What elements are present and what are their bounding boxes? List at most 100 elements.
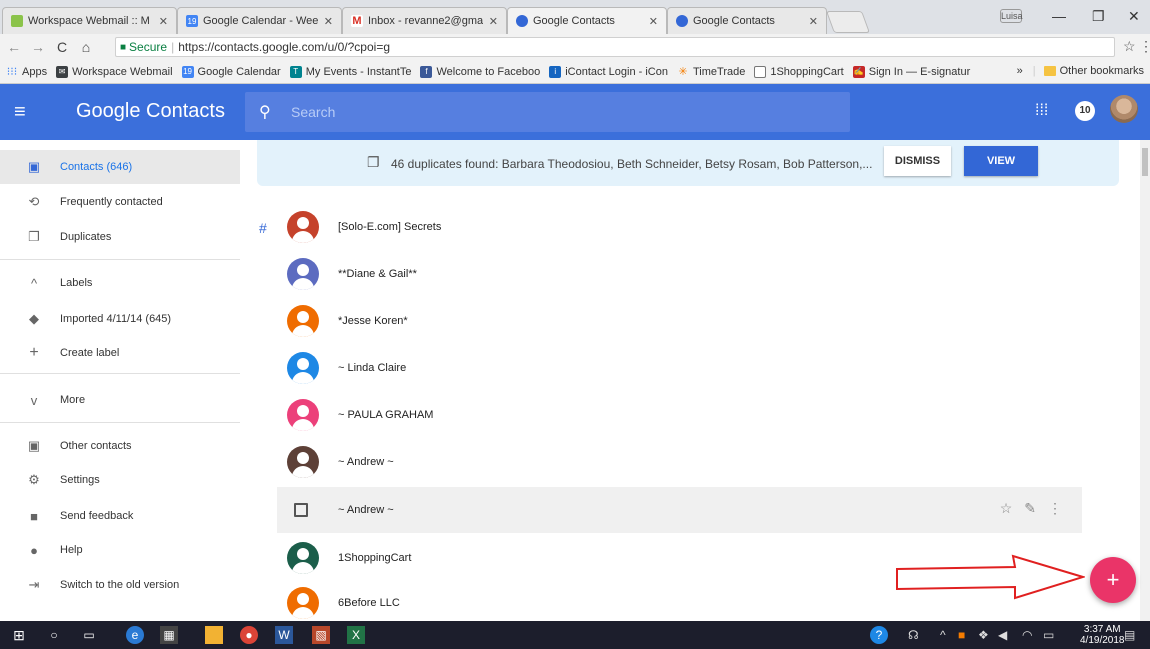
- wifi-icon[interactable]: ◠: [1022, 628, 1032, 642]
- sidebar-item-send-feedback[interactable]: ■ Send feedback: [0, 499, 240, 533]
- bookmark-item[interactable]: i iContact Login - iCon: [549, 65, 668, 78]
- webmail-favicon-icon: [11, 15, 23, 27]
- action-center-icon[interactable]: ▤: [1124, 628, 1135, 642]
- search-placeholder: Search: [291, 104, 336, 120]
- bookmark-item[interactable]: 1ShoppingCart: [754, 65, 844, 78]
- dropbox-icon[interactable]: ❖: [978, 628, 989, 642]
- windows-start-icon[interactable]: ⊞: [10, 626, 28, 644]
- edge-browser-icon[interactable]: e: [126, 626, 144, 644]
- new-tab-button[interactable]: [825, 11, 871, 33]
- browser-tab-active[interactable]: Google Contacts ✕: [507, 7, 667, 34]
- file-explorer-icon[interactable]: [205, 626, 223, 644]
- contact-row[interactable]: ~ Andrew ~: [277, 439, 1082, 485]
- dismiss-button[interactable]: DISMISS: [884, 146, 951, 176]
- contact-name: ~ Linda Claire: [338, 362, 407, 374]
- calculator-icon[interactable]: ▦: [160, 626, 178, 644]
- contact-name: ~ Andrew ~: [338, 456, 394, 468]
- close-tab-icon[interactable]: ✕: [649, 15, 658, 28]
- help-tray-icon[interactable]: ?: [870, 626, 888, 644]
- account-avatar[interactable]: [1110, 95, 1138, 123]
- home-icon[interactable]: ⌂: [76, 39, 96, 55]
- bookmark-item[interactable]: 19 Google Calendar: [181, 65, 281, 78]
- contact-row[interactable]: ~ Linda Claire: [277, 345, 1082, 391]
- create-contact-button[interactable]: +: [1090, 557, 1136, 603]
- contacts-favicon-icon: [676, 15, 688, 27]
- bookmark-item[interactable]: T My Events - InstantTe: [289, 65, 412, 78]
- people-icon[interactable]: ☊: [908, 628, 919, 642]
- bookmark-star-icon[interactable]: ☆: [1123, 38, 1136, 55]
- contact-row[interactable]: **Diane & Gail**: [277, 251, 1082, 297]
- sidebar-item-contacts[interactable]: ▣ Contacts (646): [0, 150, 240, 184]
- bookmark-item[interactable]: ✉ Workspace Webmail: [56, 65, 173, 78]
- sidebar-item-labels[interactable]: ^ Labels: [0, 266, 240, 300]
- sidebar-item-more[interactable]: v More: [0, 383, 240, 417]
- browser-tab[interactable]: 19 Google Calendar - Week ✕: [177, 7, 342, 34]
- sidebar-item-other-contacts[interactable]: ▣ Other contacts: [0, 429, 240, 463]
- close-tab-icon[interactable]: ✕: [324, 15, 333, 28]
- contact-name: **Diane & Gail**: [338, 268, 417, 280]
- browser-profile-chip[interactable]: Luisa: [1000, 9, 1023, 23]
- pdf-app-icon[interactable]: ▧: [312, 626, 330, 644]
- reload-icon[interactable]: C: [52, 39, 72, 55]
- close-tab-icon[interactable]: ✕: [159, 15, 168, 28]
- word-icon[interactable]: W: [275, 626, 293, 644]
- sidebar-item-create-label[interactable]: + Create label: [0, 336, 240, 370]
- notifications-badge[interactable]: 10: [1075, 101, 1095, 121]
- bookmark-item[interactable]: ✳ TimeTrade: [677, 66, 745, 79]
- taskbar-clock[interactable]: 3:37 AM 4/19/2018: [1080, 624, 1125, 646]
- separator: |: [1032, 65, 1036, 77]
- chevron-up-icon[interactable]: ^: [940, 628, 946, 642]
- sidebar-item-help[interactable]: ● Help: [0, 533, 240, 567]
- bookmark-label: My Events - InstantTe: [305, 65, 412, 78]
- bookmark-item[interactable]: ✍ Sign In — E-signatur: [852, 65, 970, 78]
- browser-tab[interactable]: Google Contacts ✕: [667, 7, 827, 34]
- browser-menu-icon[interactable]: ⋮: [1139, 38, 1150, 55]
- tray-app-icon[interactable]: ■: [958, 628, 965, 642]
- google-apps-icon[interactable]: ⁞⁞⁞: [1035, 102, 1048, 120]
- bookmark-apps[interactable]: ⁝⁝⁝ Apps: [6, 66, 47, 79]
- contact-row[interactable]: ~ PAULA GRAHAM: [277, 392, 1082, 438]
- scrollbar[interactable]: [1140, 140, 1150, 621]
- close-tab-icon[interactable]: ✕: [809, 15, 818, 28]
- contact-row[interactable]: *Jesse Koren*: [277, 298, 1082, 344]
- bookmarks-overflow-icon[interactable]: »: [1017, 65, 1023, 77]
- excel-icon[interactable]: X: [347, 626, 365, 644]
- divider: [0, 259, 240, 260]
- person-icon: [292, 325, 314, 337]
- edit-pencil-icon[interactable]: ✎: [1024, 500, 1036, 517]
- sidebar-item-frequently-contacted[interactable]: ⟲ Frequently contacted: [0, 185, 240, 219]
- forward-icon[interactable]: →: [28, 39, 48, 55]
- volume-icon[interactable]: ◀: [998, 628, 1007, 642]
- duplicates-icon: ❐: [28, 229, 40, 244]
- back-icon[interactable]: ←: [4, 39, 24, 55]
- more-vert-icon[interactable]: ⋮: [1048, 500, 1062, 517]
- contact-row-hovered[interactable]: ~ Andrew ~ ☆ ✎ ⋮: [277, 487, 1082, 533]
- main-menu-icon[interactable]: ≡: [14, 102, 26, 122]
- person-icon: [292, 562, 314, 574]
- sidebar-item-switch-old-version[interactable]: ⇥ Switch to the old version: [0, 568, 240, 602]
- search-icon[interactable]: ○: [45, 626, 63, 644]
- other-bookmarks[interactable]: » | Other bookmarks: [1017, 65, 1144, 77]
- sidebar-item-imported-label[interactable]: ◆ Imported 4/11/14 (645): [0, 302, 240, 336]
- browser-tab[interactable]: M Inbox - revanne2@gmail ✕: [342, 7, 507, 34]
- battery-icon[interactable]: ▭: [1043, 628, 1054, 642]
- view-button[interactable]: VIEW: [964, 146, 1038, 176]
- star-icon[interactable]: ☆: [1000, 500, 1013, 517]
- browser-tab[interactable]: Workspace Webmail :: M ✕: [2, 7, 177, 34]
- sidebar-item-duplicates[interactable]: ❐ Duplicates: [0, 220, 240, 254]
- select-checkbox[interactable]: [294, 503, 308, 517]
- scrollbar-thumb[interactable]: [1142, 148, 1148, 176]
- url-input[interactable]: ■ Secure | https://contacts.google.com/u…: [115, 37, 1115, 57]
- contact-row[interactable]: [Solo-E.com] Secrets: [277, 204, 1082, 250]
- maximize-icon[interactable]: ❐: [1092, 8, 1105, 25]
- app-title[interactable]: Google Contacts: [76, 100, 225, 123]
- close-tab-icon[interactable]: ✕: [489, 15, 498, 28]
- minimize-icon[interactable]: —: [1052, 8, 1066, 24]
- bookmark-item[interactable]: f Welcome to Faceboo: [420, 65, 540, 78]
- close-window-icon[interactable]: ✕: [1128, 8, 1140, 25]
- sidebar-item-settings[interactable]: ⚙ Settings: [0, 463, 240, 497]
- search-input[interactable]: ⚲ Search: [245, 92, 850, 132]
- chrome-icon[interactable]: ●: [240, 626, 258, 644]
- row-actions: ☆ ✎ ⋮: [1000, 500, 1062, 517]
- task-view-icon[interactable]: ▭: [80, 626, 98, 644]
